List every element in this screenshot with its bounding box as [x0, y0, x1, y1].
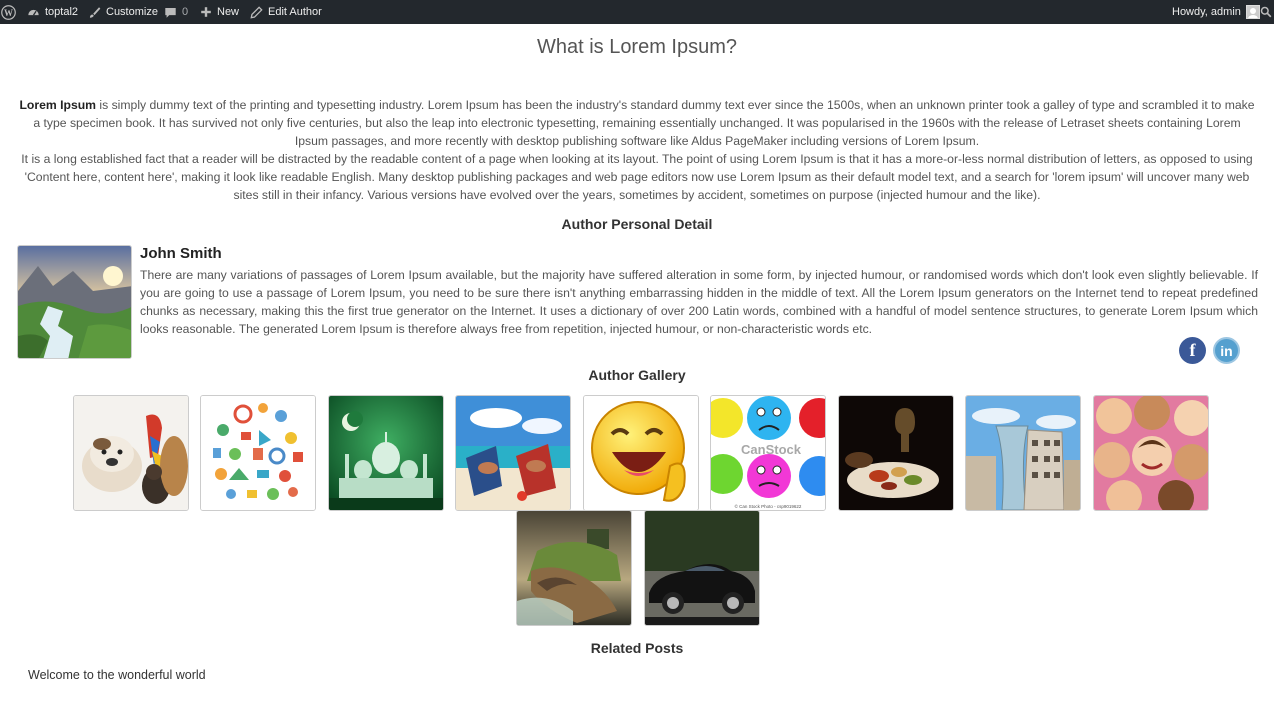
my-account-link[interactable]: Howdy, admin [1172, 0, 1260, 24]
author-bio: There are many variations of passages of… [140, 268, 1258, 336]
gallery-image-car[interactable] [644, 510, 760, 626]
brush-icon [89, 6, 101, 18]
facebook-button[interactable]: f [1179, 337, 1206, 364]
related-posts-heading: Related Posts [590, 640, 684, 656]
gallery-image-icons[interactable] [200, 395, 316, 511]
site-name-link[interactable]: toptal2 [27, 0, 78, 24]
edit-author-label: Edit Author [268, 6, 322, 18]
related-post-link[interactable]: Welcome to the wonderful world [28, 668, 206, 682]
new-label: New [217, 6, 240, 18]
admin-bar: W toptal2 Customize 0 New Edit Author Ho… [0, 0, 1274, 24]
new-content-link[interactable]: New [200, 0, 239, 24]
linkedin-button[interactable]: in [1213, 337, 1240, 364]
gallery-image-smiley[interactable] [583, 395, 699, 511]
intro-p1-text: is simply dummy text of the printing and… [33, 98, 1255, 148]
intro-bold: Lorem Ipsum [19, 98, 97, 112]
search-button[interactable] [1260, 0, 1272, 24]
comment-icon [165, 7, 176, 18]
plus-icon [201, 7, 211, 17]
search-icon [1260, 6, 1272, 18]
author-detail-heading: Author Personal Detail [561, 216, 713, 232]
comments-count: 0 [182, 6, 189, 18]
page-title: What is Lorem Ipsum? [536, 36, 738, 58]
edit-author-link[interactable]: Edit Author [250, 0, 322, 24]
howdy-label: Howdy, admin [1172, 6, 1241, 18]
wordpress-logo-icon[interactable]: W [0, 0, 16, 24]
customize-link[interactable]: Customize [88, 0, 158, 24]
linkedin-icon: in [1220, 342, 1233, 359]
gallery-image-faces[interactable]: CanStock © Can Stock Photo - csp9019622 [710, 395, 826, 511]
gallery-image-mosque[interactable] [328, 395, 444, 511]
dashboard-icon [28, 9, 39, 15]
author-gallery-heading: Author Gallery [588, 367, 686, 383]
gallery-image-kids[interactable] [1093, 395, 1209, 511]
author-photo [17, 245, 132, 359]
gallery-image-beach[interactable] [455, 395, 571, 511]
avatar [1245, 5, 1260, 19]
gallery-image-dog[interactable] [73, 395, 189, 511]
intro-paragraph-1: Lorem Ipsum is simply dummy text of the … [16, 96, 1258, 150]
comments-link[interactable]: 0 [164, 0, 188, 24]
svg-text:W: W [4, 7, 13, 17]
gallery-image-food[interactable] [838, 395, 954, 511]
gallery-image-fantasy[interactable] [516, 510, 632, 626]
pencil-icon [250, 5, 263, 19]
watermark-small-text: © Can Stock Photo - csp9019622 [735, 503, 802, 509]
site-name-label: toptal2 [45, 6, 79, 18]
watermark-text: CanStock [741, 442, 802, 457]
author-name: John Smith [140, 245, 222, 262]
gallery-image-building[interactable] [965, 395, 1081, 511]
intro-text: Lorem Ipsum is simply dummy text of the … [16, 96, 1258, 204]
facebook-icon: f [1189, 340, 1196, 360]
customize-label: Customize [106, 6, 158, 18]
intro-paragraph-2: It is a long established fact that a rea… [21, 152, 1253, 202]
